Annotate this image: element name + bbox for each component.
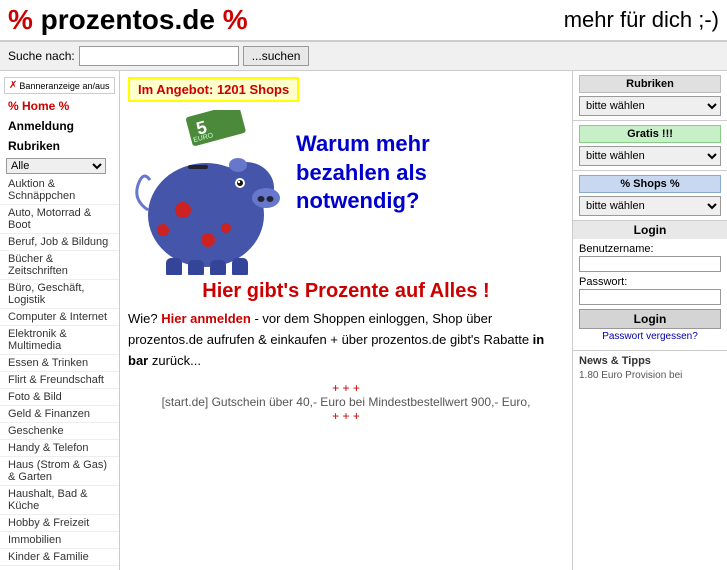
sidebar-nav-item[interactable]: Büro, Geschäft, Logistik xyxy=(0,280,119,309)
voucher-text: [start.de] Gutschein über 40,- Euro bei … xyxy=(128,395,564,409)
sidebar-nav-item[interactable]: Bücher & Zeitschriften xyxy=(0,251,119,280)
voucher-plus1: + + + xyxy=(128,381,564,395)
searchbar: Suche nach: ...suchen xyxy=(0,42,727,71)
shops-dropdown[interactable]: bitte wählen xyxy=(579,196,721,216)
sidebar-nav-item[interactable]: Geschenke xyxy=(0,423,119,440)
tagline: mehr für dich ;-) xyxy=(564,7,719,33)
sidebar-nav-item[interactable]: Flirt & Freundschaft xyxy=(0,372,119,389)
main-slogan: Hier gibt's Prozente auf Alles ! xyxy=(128,280,564,303)
hier-anmelden-link[interactable]: Hier anmelden xyxy=(161,311,251,326)
right-panel: Rubriken bitte wählen Gratis !!! bitte w… xyxy=(572,71,727,570)
sidebar-nav-item[interactable]: Foto & Bild xyxy=(0,389,119,406)
logo-text: prozentos.de xyxy=(33,4,223,35)
center-top: 5 EURO xyxy=(128,110,564,270)
sidebar-nav-item[interactable]: Computer & Internet xyxy=(0,309,119,326)
voucher-area: + + + [start.de] Gutschein über 40,- Eur… xyxy=(128,381,564,423)
home-link[interactable]: % Home % xyxy=(0,96,119,116)
sidebar-nav-item[interactable]: Immobilien xyxy=(0,532,119,549)
login-section: Login Benutzername: Passwort: Login Pass… xyxy=(573,221,727,346)
password-label: Passwort: xyxy=(579,276,721,288)
sidebar: ✗ Banneranzeige an/aus % Home % Anmeldun… xyxy=(0,71,120,570)
desc-end: zurück... xyxy=(148,353,201,368)
rubrik-section-title: Rubriken xyxy=(579,75,721,93)
login-button[interactable]: Login xyxy=(579,309,721,329)
sidebar-nav-item[interactable]: Handy & Telefon xyxy=(0,440,119,457)
logo-percent2: % xyxy=(223,4,248,35)
main-layout: ✗ Banneranzeige an/aus % Home % Anmeldun… xyxy=(0,71,727,570)
sidebar-nav-item[interactable]: Beruf, Job & Bildung xyxy=(0,234,119,251)
sidebar-nav-item[interactable]: Hobby & Freizeit xyxy=(0,515,119,532)
search-button[interactable]: ...suchen xyxy=(243,46,310,66)
voucher-plus2: + + + xyxy=(128,409,564,423)
forgot-password-link[interactable]: Passwort vergessen? xyxy=(579,331,721,342)
desc-prefix: Wie? xyxy=(128,311,161,326)
why-text: Warum mehrbezahlen alsnotwendig? xyxy=(296,110,430,216)
rubrik-dropdown[interactable]: Alle xyxy=(6,158,106,174)
sidebar-nav-item[interactable]: Kinder & Familie xyxy=(0,549,119,566)
banner-toggle[interactable]: ✗ Banneranzeige an/aus xyxy=(4,77,115,94)
password-input[interactable] xyxy=(579,289,721,305)
login-title: Login xyxy=(573,221,727,239)
piggy-bank-image: 5 EURO xyxy=(128,110,288,270)
news-title: News & Tipps xyxy=(579,355,721,367)
rubrik-section: Rubriken bitte wählen xyxy=(573,71,727,121)
search-input[interactable] xyxy=(79,46,239,66)
sidebar-nav-item[interactable]: Auktion & Schnäppchen xyxy=(0,176,119,205)
gratis-section-title: Gratis !!! xyxy=(579,125,721,143)
news-content: 1.80 Euro Provision bei xyxy=(579,370,721,381)
rubrik-right-dropdown[interactable]: bitte wählen xyxy=(579,96,721,116)
news-section: News & Tipps 1.80 Euro Provision bei xyxy=(573,350,727,385)
sidebar-nav-item[interactable]: Haus (Strom & Gas) & Garten xyxy=(0,457,119,486)
sidebar-nav-item[interactable]: Auto, Motorrad & Boot xyxy=(0,205,119,234)
search-label: Suche nach: xyxy=(8,49,75,63)
logo: % prozentos.de % xyxy=(8,4,248,36)
center-content: Im Angebot: 1201 Shops 5 EURO xyxy=(120,71,572,570)
sidebar-nav-item[interactable]: Elektronik & Multimedia xyxy=(0,326,119,355)
sidebar-nav: Auktion & SchnäppchenAuto, Motorrad & Bo… xyxy=(0,176,119,566)
gratis-section: Gratis !!! bitte wählen xyxy=(573,121,727,171)
banner-toggle-label: Banneranzeige an/aus xyxy=(19,81,109,91)
shops-section-title: % Shops % xyxy=(579,175,721,193)
sidebar-nav-item[interactable]: Geld & Finanzen xyxy=(0,406,119,423)
sidebar-nav-item[interactable]: Haushalt, Bad & Küche xyxy=(0,486,119,515)
username-input[interactable] xyxy=(579,256,721,272)
shops-section: % Shops % bitte wählen xyxy=(573,171,727,221)
rubrik-label: Rubriken xyxy=(0,136,119,156)
anmeldung-label: Anmeldung xyxy=(0,116,119,136)
header: % prozentos.de % mehr für dich ;-) xyxy=(0,0,727,42)
username-label: Benutzername: xyxy=(579,243,721,255)
offer-banner: Im Angebot: 1201 Shops xyxy=(128,77,299,102)
gratis-dropdown[interactable]: bitte wählen xyxy=(579,146,721,166)
description: Wie? Hier anmelden - vor dem Shoppen ein… xyxy=(128,309,564,371)
logo-percent1: % xyxy=(8,4,33,35)
sidebar-nav-item[interactable]: Essen & Trinken xyxy=(0,355,119,372)
